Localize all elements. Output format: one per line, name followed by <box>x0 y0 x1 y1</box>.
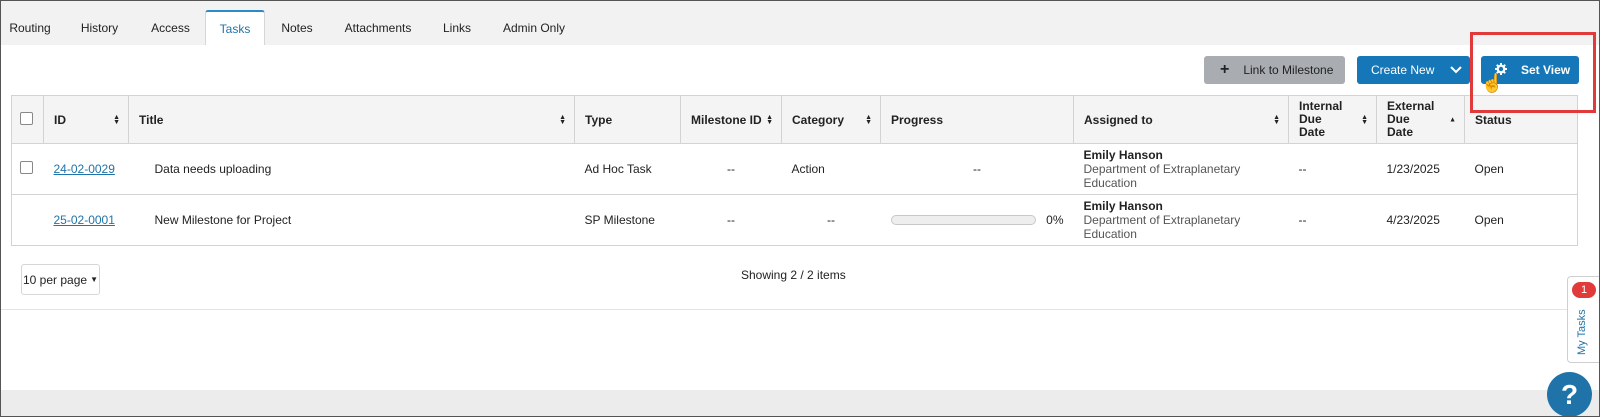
header-external-due-date[interactable]: External Due Date ▲ <box>1376 95 1465 144</box>
header-internal-due-date[interactable]: Internal Due Date ▲ ▼ <box>1288 95 1377 144</box>
header-internal-due-label: Internal Due Date <box>1299 99 1343 139</box>
caret-down-icon: ▼ <box>90 275 98 284</box>
header-progress-label: Progress <box>891 112 944 127</box>
external-due-cell: 1/23/2025 <box>1376 143 1465 195</box>
footer-bar <box>1 390 1599 416</box>
tab-links[interactable]: Links <box>431 10 483 45</box>
external-due-cell: 4/23/2025 <box>1376 194 1465 246</box>
header-id[interactable]: ID ▲ ▼ <box>43 95 129 144</box>
title-cell: Data needs uploading <box>128 143 575 195</box>
row-select-cell <box>11 143 44 195</box>
header-milestone-id[interactable]: Milestone ID ▲ ▼ <box>680 95 782 144</box>
status-cell: Open <box>1464 194 1578 246</box>
table-header-row: ID ▲ ▼ Title ▲ ▼ Type Milestone ID ▲ ▼ Categor… <box>11 95 1578 144</box>
header-category[interactable]: Category ▲ ▼ <box>781 95 881 144</box>
progress-cell: 0% <box>880 194 1074 246</box>
sort-icon[interactable]: ▲ ▼ <box>1273 114 1280 126</box>
tab-admin-only[interactable]: Admin Only <box>493 10 575 45</box>
header-external-due-label: External Due Date <box>1387 99 1435 139</box>
internal-due-cell: -- <box>1288 143 1377 195</box>
assignee-department: Department of Extraplanetary Education <box>1083 213 1241 241</box>
tab-access[interactable]: Access <box>139 10 202 45</box>
header-type-label: Type <box>585 112 613 127</box>
tab-notes[interactable]: Notes <box>267 10 327 45</box>
create-new-button[interactable]: Create New <box>1357 56 1470 84</box>
plus-icon: + <box>1220 61 1230 78</box>
link-to-milestone-label: Link to Milestone <box>1243 63 1334 77</box>
progress-cell: -- <box>880 143 1074 195</box>
sort-icon[interactable]: ▲ ▼ <box>1361 114 1368 126</box>
header-progress: Progress <box>880 95 1074 144</box>
category-cell: Action <box>781 143 881 195</box>
assigned-cell: Emily Hanson Department of Extraplanetar… <box>1073 194 1289 246</box>
status-cell: Open <box>1464 143 1578 195</box>
sort-icon[interactable]: ▲ ▼ <box>766 114 773 126</box>
app-frame: Routing History Access Tasks Notes Attac… <box>0 0 1600 417</box>
tab-tasks[interactable]: Tasks <box>205 10 265 46</box>
task-id-link[interactable]: 25-02-0001 <box>54 213 115 227</box>
id-cell: 24-02-0029 <box>43 143 129 195</box>
divider <box>1 309 1599 310</box>
select-all-checkbox[interactable] <box>20 111 33 125</box>
title-cell: New Milestone for Project <box>128 194 575 246</box>
sort-icon[interactable]: ▲ ▼ <box>113 114 120 126</box>
sort-icon[interactable]: ▲ ▼ <box>559 114 566 126</box>
header-category-label: Category <box>792 112 845 127</box>
link-to-milestone-button[interactable]: + Link to Milestone <box>1204 56 1345 84</box>
header-status-label: Status <box>1475 112 1512 127</box>
header-type: Type <box>574 95 681 144</box>
header-assigned-label: Assigned to <box>1084 112 1153 127</box>
header-id-label: ID <box>54 112 66 127</box>
assignee-name: Emily Hanson <box>1083 199 1163 213</box>
category-cell: -- <box>781 194 881 246</box>
milestone-id-cell: -- <box>680 143 782 195</box>
showing-count: Showing 2 / 2 items <box>741 268 846 282</box>
assignee-name: Emily Hanson <box>1083 148 1163 162</box>
header-title[interactable]: Title ▲ ▼ <box>128 95 575 144</box>
per-page-select[interactable]: 10 per page ▼ <box>21 264 100 295</box>
header-assigned-to[interactable]: Assigned to ▲ ▼ <box>1073 95 1289 144</box>
per-page-label: 10 per page <box>23 272 88 287</box>
tab-routing[interactable]: Routing <box>1 10 59 45</box>
chevron-down-icon <box>1450 63 1463 77</box>
row-checkbox[interactable] <box>20 161 33 174</box>
help-button[interactable]: ? <box>1547 372 1592 416</box>
hand-cursor-icon: ☝ <box>1481 73 1504 93</box>
assigned-cell: Emily Hanson Department of Extraplanetar… <box>1073 143 1289 195</box>
type-cell: SP Milestone <box>574 194 681 246</box>
internal-due-cell: -- <box>1288 194 1377 246</box>
id-cell: 25-02-0001 <box>43 194 129 246</box>
tab-bar: Routing History Access Tasks Notes Attac… <box>1 1 1599 46</box>
progress-percent: 0% <box>1046 213 1064 227</box>
progress-bar <box>890 215 1037 225</box>
table-row: 25-02-0001 New Milestone for Project SP … <box>11 194 1578 246</box>
header-milestone-id-label: Milestone ID <box>691 112 762 127</box>
sort-icon[interactable]: ▲ ▼ <box>865 114 872 126</box>
create-new-label: Create New <box>1371 63 1435 77</box>
header-select-all[interactable] <box>11 95 44 144</box>
task-count-badge: 1 <box>1572 282 1596 298</box>
task-id-link[interactable]: 24-02-0029 <box>54 162 115 176</box>
assignee-department: Department of Extraplanetary Education <box>1083 162 1241 190</box>
sort-asc-icon[interactable]: ▲ <box>1449 116 1456 123</box>
table-row: 24-02-0029 Data needs uploading Ad Hoc T… <box>11 143 1578 195</box>
row-select-cell <box>11 194 44 246</box>
tab-history[interactable]: History <box>68 10 131 45</box>
tasks-table: ID ▲ ▼ Title ▲ ▼ Type Milestone ID ▲ ▼ Categor… <box>11 95 1578 246</box>
milestone-id-cell: -- <box>680 194 782 246</box>
my-tasks-label: My Tasks <box>1576 309 1588 355</box>
tab-attachments[interactable]: Attachments <box>335 10 421 45</box>
header-title-label: Title <box>139 112 164 127</box>
type-cell: Ad Hoc Task <box>574 143 681 195</box>
